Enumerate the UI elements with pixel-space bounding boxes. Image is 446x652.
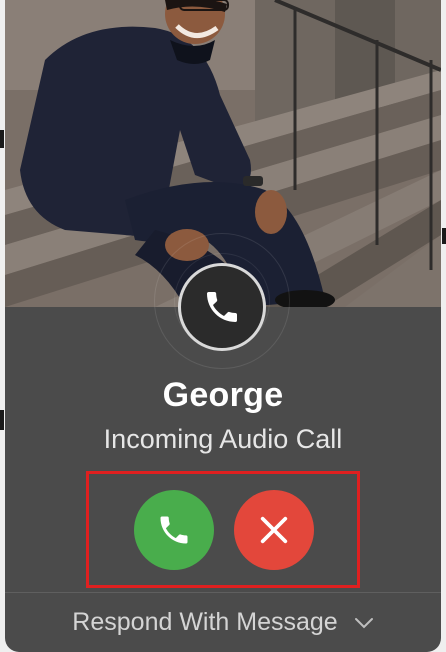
action-highlight-box xyxy=(86,471,360,588)
caller-name: George xyxy=(162,376,284,414)
respond-with-message-button[interactable]: Respond With Message xyxy=(5,593,441,652)
phone-icon xyxy=(178,263,266,351)
background-edge-left xyxy=(0,130,4,148)
decline-call-button[interactable] xyxy=(234,490,314,570)
phone-icon xyxy=(156,512,192,548)
incoming-call-card: George Incoming Audio Call Respond With … xyxy=(5,0,441,652)
chevron-down-icon xyxy=(354,617,374,629)
call-type-label: Incoming Audio Call xyxy=(103,424,343,454)
accept-call-button[interactable] xyxy=(134,490,214,570)
background-edge-left-2 xyxy=(0,410,4,430)
close-icon xyxy=(257,513,291,547)
background-edge-right xyxy=(442,228,446,244)
respond-label: Respond With Message xyxy=(72,608,338,636)
